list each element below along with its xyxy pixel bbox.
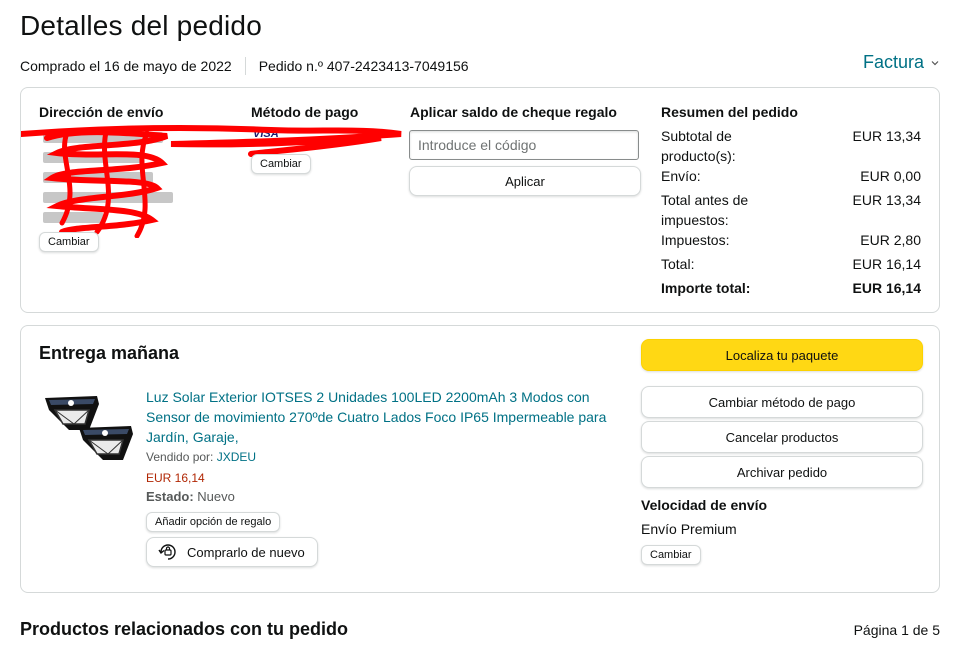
sold-by: Vendido por: JXDEU (146, 450, 256, 464)
state-value: Nuevo (197, 489, 235, 504)
state-label: Estado: (146, 489, 194, 504)
summary-label: Total antes de impuestos: (661, 192, 749, 228)
order-meta: Comprado el 16 de mayo de 2022 Pedido n.… (20, 57, 469, 75)
chevron-down-icon (931, 60, 939, 65)
change-speed-button[interactable]: Cambiar (641, 545, 701, 565)
summary-total-value: EUR 16,14 (852, 280, 921, 296)
summary-label: Subtotal de producto(s): (661, 128, 736, 164)
apply-gift-button[interactable]: Aplicar (409, 166, 641, 196)
summary-label: Envío: (661, 168, 701, 184)
payment-heading: Método de pago (251, 104, 359, 120)
buy-again-icon (158, 544, 176, 560)
payment-redaction-scribble (21, 124, 402, 157)
summary-table: Subtotal de producto(s): EUR 13,34 Envío… (661, 126, 923, 306)
sold-by-label: Vendido por: (146, 450, 214, 464)
summary-row: Total: EUR 16,14 (661, 254, 921, 274)
summary-value: EUR 13,34 (852, 128, 921, 144)
summary-label: Impuestos: (661, 232, 730, 248)
summary-row: Subtotal de producto(s): EUR 13,34 (661, 126, 921, 166)
summary-heading: Resumen del pedido (661, 104, 798, 120)
seller-link[interactable]: JXDEU (217, 450, 256, 464)
summary-label: Total: (661, 256, 695, 272)
invoice-dropdown[interactable]: Factura (863, 52, 940, 73)
shipping-heading: Dirección de envío (39, 104, 164, 120)
buy-again-button[interactable]: Comprarlo de nuevo (146, 537, 318, 567)
product-image[interactable] (41, 390, 137, 470)
invoice-label: Factura (862, 52, 924, 72)
summary-total-row: Importe total: EUR 16,14 (661, 278, 921, 298)
product-title-link[interactable]: Luz Solar Exterior IOTSES 2 Unidades 100… (146, 387, 616, 447)
delivery-heading: Entrega mañana (39, 343, 180, 363)
summary-row: Envío: EUR 0,00 (661, 166, 921, 186)
divider (244, 57, 246, 75)
summary-total-label: Importe total: (661, 280, 751, 296)
solar-light-icon (45, 396, 133, 460)
product-price: EUR 16,14 (146, 471, 205, 485)
page-title: Detalles del pedido (20, 10, 262, 41)
summary-value: EUR 13,34 (852, 192, 921, 208)
gift-heading: Aplicar saldo de cheque regalo (410, 104, 617, 120)
summary-row: Impuestos: EUR 2,80 (661, 230, 921, 250)
cancel-products-button[interactable]: Cancelar productos (641, 421, 923, 453)
gift-code-input[interactable]: Introduce el código (409, 130, 639, 160)
gift-option-button[interactable]: Añadir opción de regalo (146, 512, 281, 532)
summary-value: EUR 0,00 (860, 168, 921, 184)
change-payment-button[interactable]: Cambiar (251, 154, 311, 174)
archive-order-button[interactable]: Archivar pedido (641, 456, 923, 488)
buy-again-label: Comprarlo de nuevo (187, 544, 305, 560)
shipping-speed-value: Envío Premium (641, 521, 737, 537)
change-address-button[interactable]: Cambiar (39, 232, 99, 252)
delivery-panel: Entrega mañana Luz Solar Exterior IOTSES (20, 325, 940, 593)
shipping-speed-heading: Velocidad de envío (641, 497, 768, 513)
order-info-panel: Dirección de envío Cambiar Método de pag… (20, 87, 940, 313)
change-payment-method-button[interactable]: Cambiar método de pago (641, 386, 923, 418)
summary-row: Total antes de impuestos: EUR 13,34 (661, 190, 921, 230)
track-package-button[interactable]: Localiza tu paquete (641, 339, 923, 371)
product-state: Estado: Nuevo (146, 489, 235, 504)
summary-value: EUR 2,80 (860, 232, 921, 248)
order-number: Pedido n.º 407-2423413-7049156 (258, 58, 469, 74)
summary-value: EUR 16,14 (852, 256, 921, 272)
pagination-label: Página 1 de 5 (853, 622, 940, 638)
purchase-date: Comprado el 16 de mayo de 2022 (20, 58, 232, 74)
related-heading: Productos relacionados con tu pedido (20, 619, 349, 639)
